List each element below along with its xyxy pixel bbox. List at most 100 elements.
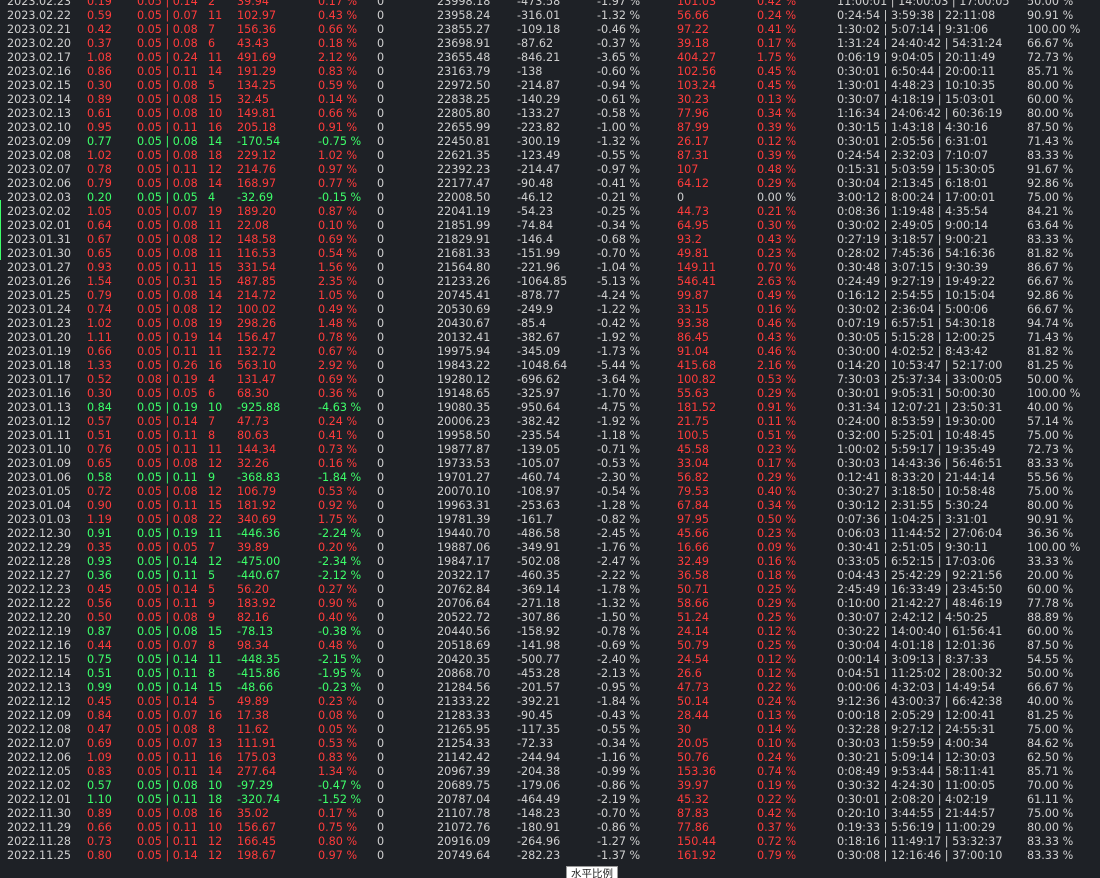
cell-ratio: 66.67 % [1027, 681, 1074, 694]
cell-pct2: 0.18 % [757, 569, 797, 582]
cell-b: 0.05 | 0.14 [137, 681, 198, 694]
cell-value2: 33.04 [677, 457, 710, 470]
cell-change-pct: -1.27 % [597, 835, 641, 848]
cell-pct: 0.14 % [318, 93, 358, 106]
cell-change-pct: -2.30 % [597, 471, 641, 484]
cell-z: 0 [377, 359, 385, 372]
cell-index: 23855.27 [437, 23, 491, 36]
cell-ratio: 100.00 % [1027, 387, 1081, 400]
cell-n: 5 [208, 569, 216, 582]
cell-pct2: 0.48 % [757, 163, 797, 176]
cell-value: 47.73 [237, 415, 270, 428]
cell-change: -90.45 [517, 709, 554, 722]
cell-value2: 58.66 [677, 597, 710, 610]
cell-index: 20689.75 [437, 779, 491, 792]
cell-times: 0:32:28 | 9:27:12 | 24:55:31 [837, 723, 996, 736]
cell-date: 2022.12.05 [7, 765, 72, 778]
cell-value2: 153.36 [677, 765, 717, 778]
cell-value2: 77.96 [677, 107, 710, 120]
cell-index: 20430.67 [437, 317, 491, 330]
cell-n: 12 [208, 457, 223, 470]
cell-value2: 16.66 [677, 541, 710, 554]
cell-b: 0.05 | 0.08 [137, 177, 198, 190]
cell-a: 0.59 [87, 9, 112, 22]
table-row: 2022.12.15 0.75 0.05 | 0.14 11 -448.35 -2.15 … [0, 653, 1100, 667]
cell-ratio: 84.21 % [1027, 205, 1074, 218]
cell-pct: 0.40 % [318, 611, 358, 624]
cell-pct: 0.67 % [318, 345, 358, 358]
cell-value2: 102.56 [677, 65, 717, 78]
cell-value: 229.12 [237, 149, 277, 162]
cell-date: 2023.02.23 [7, 0, 72, 8]
cell-times: 0:08:49 | 9:53:44 | 58:11:41 [837, 765, 996, 778]
cell-pct: 0.78 % [318, 331, 358, 344]
cell-a: 1.02 [87, 317, 112, 330]
cell-value: -368.83 [237, 471, 281, 484]
cell-value2: 20.05 [677, 737, 710, 750]
cell-pct: 0.97 % [318, 163, 358, 176]
cell-times: 0:30:04 | 2:13:45 | 6:18:01 [837, 177, 989, 190]
cell-a: 0.61 [87, 107, 112, 120]
cell-z: 0 [377, 247, 385, 260]
cell-date: 2023.02.02 [7, 205, 72, 218]
cell-times: 0:30:07 | 4:18:19 | 15:03:01 [837, 93, 996, 106]
cell-change-pct: -0.70 % [597, 807, 641, 820]
cell-pct: 0.17 % [318, 0, 358, 8]
cell-b: 0.05 | 0.08 [137, 93, 198, 106]
cell-pct2: 2.16 % [757, 359, 797, 372]
cell-index: 20762.84 [437, 583, 491, 596]
cell-index: 20420.35 [437, 653, 491, 666]
cell-z: 0 [377, 163, 385, 176]
cell-date: 2022.12.12 [7, 695, 72, 708]
cell-value: 39.89 [237, 541, 270, 554]
cell-pct2: 0.12 % [757, 625, 797, 638]
cell-pct: 1.56 % [318, 261, 358, 274]
cell-date: 2023.02.15 [7, 79, 72, 92]
cell-z: 0 [377, 261, 385, 274]
cell-a: 0.89 [87, 807, 112, 820]
cell-date: 2023.02.13 [7, 107, 72, 120]
cell-pct2: 0.22 % [757, 793, 797, 806]
cell-change: -502.08 [517, 555, 561, 568]
cell-n: 8 [208, 723, 216, 736]
cell-times: 0:24:54 | 2:32:03 | 7:10:07 [837, 149, 989, 162]
cell-times: 0:30:41 | 2:51:05 | 9:30:11 [837, 541, 989, 554]
cell-b: 0.05 | 0.11 [137, 471, 198, 484]
cell-value2: 100.82 [677, 373, 717, 386]
cell-index: 22041.19 [437, 205, 491, 218]
cell-pct: 0.53 % [318, 485, 358, 498]
cell-pct: 2.92 % [318, 359, 358, 372]
cell-index: 19958.50 [437, 429, 491, 442]
cell-z: 0 [377, 443, 385, 456]
cell-n: 10 [208, 107, 223, 120]
cell-pct2: 0.12 % [757, 135, 797, 148]
cell-z: 0 [377, 499, 385, 512]
cell-pct: 0.53 % [318, 737, 358, 750]
cell-b: 0.05 | 0.14 [137, 0, 198, 8]
cell-value2: 404.27 [677, 51, 717, 64]
cell-index: 20006.23 [437, 415, 491, 428]
cell-pct: 0.49 % [318, 303, 358, 316]
cell-pct: -0.47 % [318, 779, 362, 792]
cell-change: -325.97 [517, 387, 561, 400]
cell-pct: 0.05 % [318, 723, 358, 736]
cell-a: 0.73 [87, 835, 112, 848]
cell-ratio: 83.33 % [1027, 457, 1074, 470]
cell-value: 22.08 [237, 219, 270, 232]
cell-pct2: 0.46 % [757, 345, 797, 358]
table-row: 2022.12.29 0.35 0.05 | 0.05 7 39.89 0.20 % 0 19… [0, 541, 1100, 555]
cell-change: -223.82 [517, 121, 561, 134]
cell-b: 0.05 | 0.08 [137, 37, 198, 50]
cell-pct: 0.66 % [318, 23, 358, 36]
cell-times: 0:30:05 | 5:15:28 | 12:00:25 [837, 331, 996, 344]
cell-pct: 1.48 % [318, 317, 358, 330]
cell-value2: 64.95 [677, 219, 710, 232]
cell-pct2: 2.63 % [757, 275, 797, 288]
cell-pct: 0.75 % [318, 821, 358, 834]
cell-index: 19781.39 [437, 513, 491, 526]
cell-a: 0.51 [87, 667, 112, 680]
cell-n: 8 [208, 429, 216, 442]
cell-value: -170.54 [237, 135, 281, 148]
cell-z: 0 [377, 23, 385, 36]
cell-date: 2022.11.25 [7, 849, 72, 862]
